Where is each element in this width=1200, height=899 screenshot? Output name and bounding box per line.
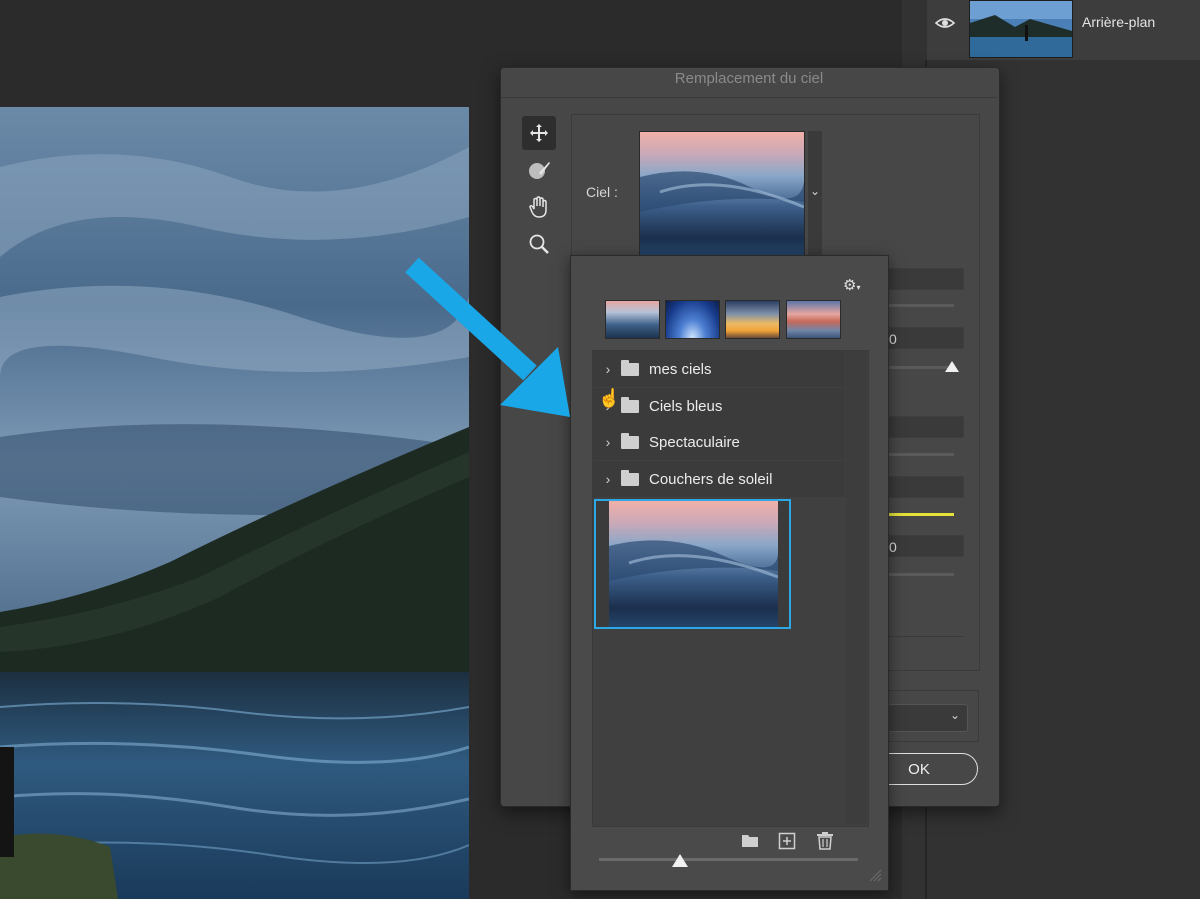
value-field-5[interactable]: 0 <box>886 535 964 557</box>
layer-name: Arrière-plan <box>1082 14 1156 30</box>
slider-1[interactable] <box>886 304 954 307</box>
slider-3[interactable] <box>886 453 954 456</box>
sky-brush-tool-button[interactable] <box>522 153 556 187</box>
chevron-right-icon[interactable]: › <box>595 471 621 487</box>
zoom-icon <box>529 234 549 254</box>
hand-tool-button[interactable] <box>522 190 556 224</box>
sky-brush-icon <box>529 162 550 179</box>
chevron-down-icon: ⌄ <box>810 184 821 198</box>
folder-label: Ciels bleus <box>649 397 723 415</box>
value-field-4[interactable] <box>886 476 964 498</box>
scrollbar[interactable] <box>846 351 866 824</box>
thumbnail-size-slider[interactable] <box>599 858 858 861</box>
chevron-right-icon[interactable]: › <box>595 434 621 450</box>
sky-preset-thumbnail[interactable] <box>665 300 720 339</box>
folder-row-spectaculaire[interactable]: › Spectaculaire <box>593 424 845 460</box>
trash-icon[interactable] <box>816 831 834 850</box>
sky-preset-thumbnail[interactable] <box>786 300 841 339</box>
title-separator <box>501 97 997 98</box>
folder-icon <box>621 469 639 486</box>
selected-sky-thumbnail[interactable] <box>609 501 779 627</box>
annotation-arrow-icon <box>400 255 585 425</box>
eye-icon[interactable] <box>934 12 956 34</box>
folder-icon <box>621 432 639 449</box>
divider <box>886 636 964 637</box>
move-tool-button[interactable] <box>522 116 556 150</box>
gear-icon[interactable]: ⚙▾ <box>843 276 860 294</box>
slider-5[interactable] <box>886 573 954 576</box>
folder-label: Spectaculaire <box>649 433 740 451</box>
hand-tool-icon <box>529 196 547 218</box>
new-group-folder-icon[interactable] <box>741 832 759 848</box>
canvas-image[interactable] <box>0 107 469 899</box>
slider-4-highlighted[interactable] <box>886 513 954 516</box>
folder-row-ciels-bleus[interactable]: › Ciels bleus <box>593 388 845 424</box>
folder-icon <box>621 396 639 413</box>
move-tool-icon <box>530 124 548 142</box>
sky-preset-thumbnail[interactable] <box>725 300 780 339</box>
value-field-2[interactable]: 0 <box>886 327 964 349</box>
thumbnail-size-knob[interactable] <box>672 854 688 867</box>
folder-row-mes-ciels[interactable]: › mes ciels <box>593 351 845 387</box>
slider-2-knob[interactable] <box>945 361 959 372</box>
sky-preview-thumbnail[interactable] <box>639 131 805 257</box>
value-field-1[interactable] <box>886 268 964 290</box>
folder-row-couchers-de-soleil[interactable]: › Couchers de soleil <box>593 461 845 497</box>
hand-cursor-icon: ☝ <box>598 388 621 408</box>
slider-2[interactable] <box>886 366 954 369</box>
folder-label: Couchers de soleil <box>649 470 773 488</box>
chevron-right-icon[interactable]: › <box>595 361 621 377</box>
new-preset-icon[interactable] <box>778 832 796 850</box>
sky-preset-thumbnail[interactable] <box>605 300 660 339</box>
layer-thumbnail[interactable] <box>969 0 1073 58</box>
folder-icon <box>621 359 639 376</box>
lake-landscape-photo <box>0 107 469 899</box>
value-field-3[interactable] <box>886 416 964 438</box>
resize-grip-icon[interactable] <box>866 866 882 882</box>
dialog-title: Remplacement du ciel <box>674 70 824 87</box>
folder-label: mes ciels <box>649 360 712 378</box>
sky-label: Ciel : <box>586 184 618 200</box>
chevron-down-icon: ⌄ <box>950 708 961 722</box>
